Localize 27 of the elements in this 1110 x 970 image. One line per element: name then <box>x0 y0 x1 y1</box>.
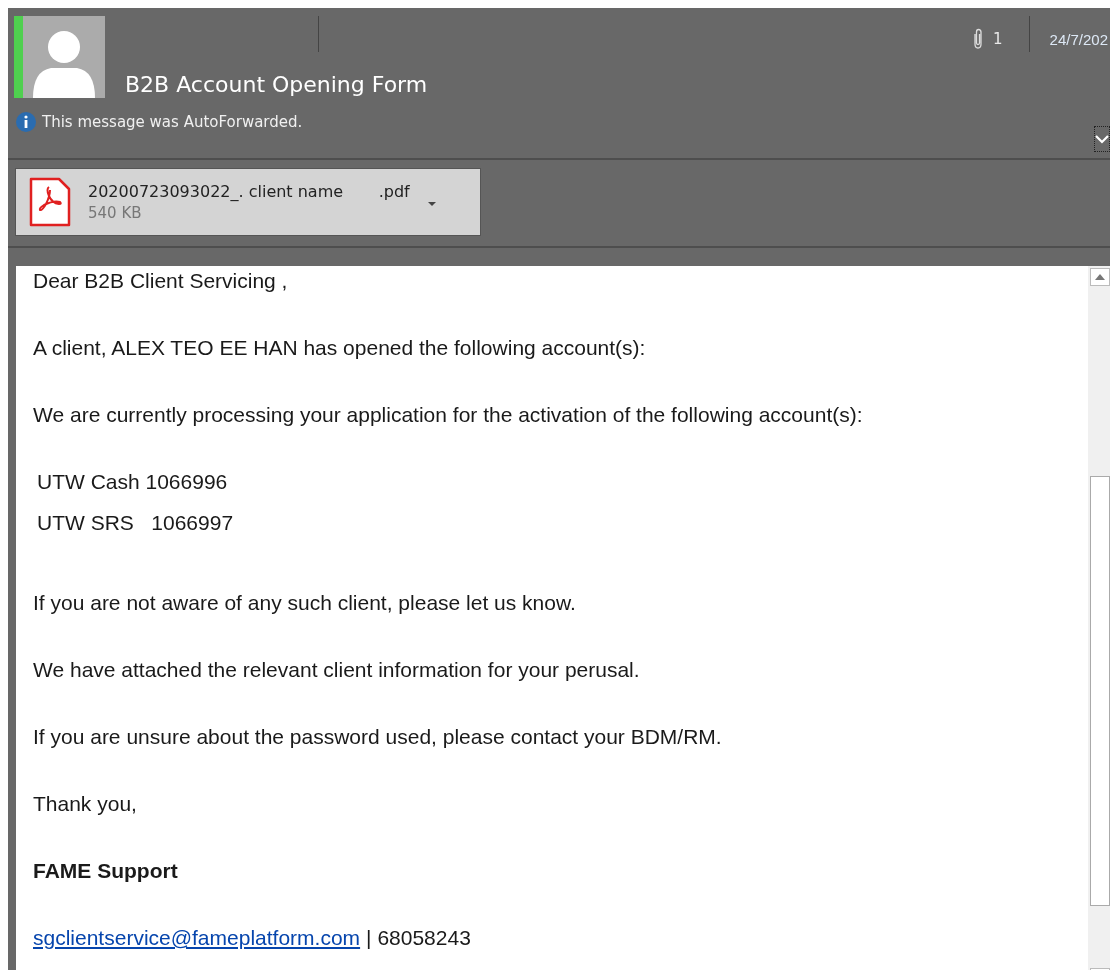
body-paragraph: We are currently processing your application for the activation of the following account(s): <box>33 402 864 428</box>
body-paragraph: If you are unsure about the password used, please contact your BDM/RM. <box>33 724 723 750</box>
email-link[interactable]: sgclientservice@fameplatform.com <box>33 926 361 949</box>
body-paragraph: A client, ALEX TEO EE HAN has opened the following account(s): <box>33 335 647 361</box>
attachment-size: 540 KB <box>88 204 143 222</box>
attachment-count: 1 <box>993 30 1003 48</box>
received-date: 24/7/202 <box>1049 30 1109 48</box>
body-paragraph: Dear B2B Client Servicing , <box>33 268 289 294</box>
caret-icon <box>427 202 436 206</box>
expand-header-button[interactable] <box>1094 126 1110 152</box>
autoforward-notice: This message was AutoForwarded. <box>42 113 303 131</box>
info-icon <box>16 112 36 132</box>
attachment-name: 20200723093022_. client name .pdf <box>88 182 410 201</box>
paperclip-icon <box>972 28 985 50</box>
account-line: UTW SRS 1066997 <box>37 510 235 536</box>
pdf-file-icon <box>29 177 71 227</box>
body-paragraph: We have attached the relevant client information for your perusal. <box>33 657 641 683</box>
scroll-up-icon[interactable] <box>1090 268 1110 286</box>
account-line: UTW Cash 1066996 <box>37 469 229 495</box>
body-paragraph: Thank you, <box>33 791 138 817</box>
phone-number: | 68058243 <box>366 926 471 949</box>
message-subject: B2B Account Opening Form <box>125 72 428 97</box>
chevron-down-icon <box>1095 134 1109 144</box>
avatar-icon <box>23 16 105 98</box>
attachment-item[interactable]: 20200723093022_. client name .pdf 540 KB <box>15 168 481 236</box>
signature-name: FAME Support <box>33 858 179 884</box>
body-paragraph: If you are not aware of any such client, please let us know. <box>33 590 577 616</box>
